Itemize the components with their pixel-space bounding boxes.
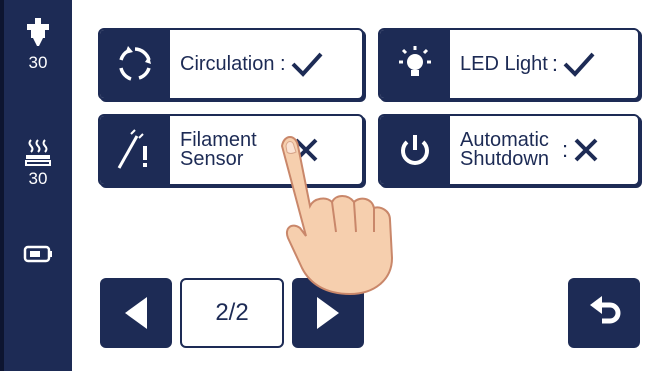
filament-sensor-icon xyxy=(100,116,170,184)
led-light-colon: : xyxy=(551,51,558,76)
return-icon xyxy=(590,296,621,324)
automatic-shutdown-colon: : xyxy=(562,137,569,162)
check-icon xyxy=(562,50,596,78)
circulation-icon xyxy=(100,30,170,98)
nozzle-status: 30 xyxy=(4,18,72,72)
led-light-toggle[interactable]: LED Light : xyxy=(378,28,640,100)
bed-status: 30 xyxy=(4,138,72,188)
automatic-shutdown-label-line2: Shutdown xyxy=(460,148,549,170)
back-button[interactable] xyxy=(568,278,640,348)
usb-drive-icon xyxy=(23,245,52,263)
cross-icon xyxy=(572,136,600,164)
automatic-shutdown-label: Automatic Shutdown xyxy=(460,130,558,170)
circulation-toggle[interactable]: Circulation : xyxy=(98,28,364,100)
arrow-right-icon xyxy=(317,297,339,329)
nozzle-icon xyxy=(27,18,49,46)
heated-bed-icon xyxy=(25,139,51,166)
previous-page-button[interactable] xyxy=(100,278,172,348)
pointing-hand-icon xyxy=(280,136,394,296)
status-rail: 30 30 xyxy=(0,0,72,371)
bed-temperature: 30 xyxy=(28,169,48,188)
led-light-label: LED Light xyxy=(460,52,548,75)
arrow-left-icon xyxy=(125,297,147,329)
printer-settings-screen: 30 30 Circulation: LED Light: Filament… xyxy=(0,0,666,371)
nozzle-temperature: 30 xyxy=(28,53,48,72)
check-icon xyxy=(290,50,324,78)
light-bulb-icon xyxy=(380,30,450,98)
storage-status xyxy=(4,244,72,264)
circulation-label: Circulation : xyxy=(180,52,286,75)
filament-sensor-label-line2: Sensor xyxy=(180,148,244,170)
